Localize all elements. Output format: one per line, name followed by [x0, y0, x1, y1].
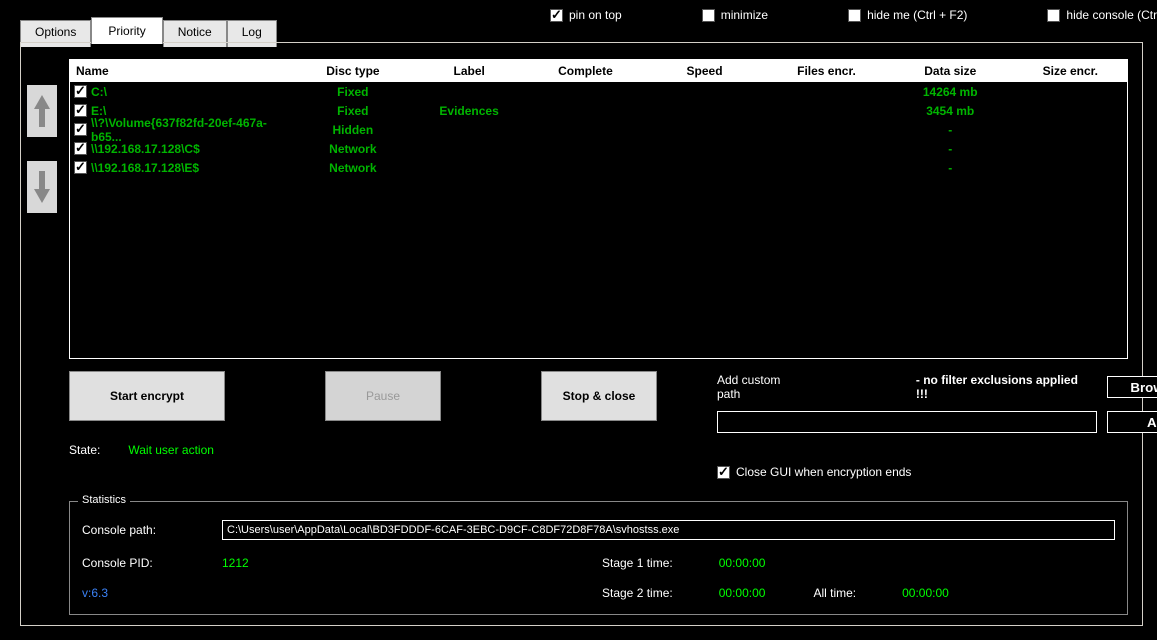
console-path-label: Console path:: [82, 523, 202, 537]
disc-type: Fixed: [295, 85, 410, 99]
controls-row: Start encrypt Pause Stop & close State: …: [69, 371, 1128, 479]
minimize-option[interactable]: minimize: [702, 8, 768, 22]
hide-console-option[interactable]: hide console (Ctrl + F1): [1047, 8, 1157, 22]
hide-me-option[interactable]: hide me (Ctrl + F2): [848, 8, 967, 22]
header-label[interactable]: Label: [411, 64, 528, 78]
close-gui-checkbox[interactable]: [717, 466, 730, 479]
pin-label: pin on top: [569, 8, 622, 22]
hide-me-checkbox[interactable]: [848, 9, 861, 22]
data-size: 3454 mb: [887, 104, 1014, 118]
stop-close-button[interactable]: Stop & close: [541, 371, 657, 421]
statistics-legend: Statistics: [78, 494, 130, 506]
header-speed[interactable]: Speed: [643, 64, 766, 78]
drive-label: Evidences: [411, 104, 528, 118]
table-row[interactable]: \\?\Volume{637f82fd-20ef-467a-b65...Hidd…: [70, 120, 1127, 139]
header-complete[interactable]: Complete: [528, 64, 643, 78]
row-checkbox[interactable]: [74, 142, 87, 155]
right-controls: Add custom path - no filter exclusions a…: [717, 371, 1157, 479]
table-header: Name Disc type Label Complete Speed File…: [70, 60, 1127, 82]
stage2-label: Stage 2 time:: [602, 586, 673, 600]
browse-button[interactable]: Browse...: [1107, 376, 1157, 398]
console-path-field[interactable]: [222, 520, 1115, 540]
all-time-value: 00:00:00: [902, 586, 949, 600]
data-size: -: [887, 161, 1014, 175]
row-checkbox[interactable]: [74, 85, 87, 98]
row-checkbox[interactable]: [74, 161, 87, 174]
hide-console-label: hide console (Ctrl + F1): [1066, 8, 1157, 22]
row-checkbox[interactable]: [74, 123, 87, 136]
disc-type: Network: [295, 142, 410, 156]
header-data-size[interactable]: Data size: [887, 64, 1014, 78]
table-row[interactable]: C:\ Fixed 14264 mb: [70, 82, 1127, 101]
pause-button[interactable]: Pause: [325, 371, 441, 421]
minimize-checkbox[interactable]: [702, 9, 715, 22]
arrow-down-icon: [33, 169, 51, 205]
disc-type: Network: [295, 161, 410, 175]
state-label: State:: [69, 443, 100, 457]
version-label: v:6.3: [82, 586, 582, 600]
move-up-button[interactable]: [27, 85, 57, 137]
table-row[interactable]: \\192.168.17.128\C$ Network -: [70, 139, 1127, 158]
disc-type: Fixed: [295, 104, 410, 118]
data-size: -: [887, 123, 1014, 137]
data-size: 14264 mb: [887, 85, 1014, 99]
hide-me-label: hide me (Ctrl + F2): [867, 8, 967, 22]
table-row[interactable]: \\192.168.17.128\E$ Network -: [70, 158, 1127, 177]
state-value: Wait user action: [128, 443, 214, 457]
table-body: C:\Fixed14264 mbE:\FixedEvidences3454 mb…: [70, 82, 1127, 177]
filter-warning: - no filter exclusions applied !!!: [916, 373, 1083, 401]
priority-arrows: [27, 85, 57, 213]
header-size-encr[interactable]: Size encr.: [1014, 64, 1127, 78]
left-controls: Start encrypt Pause Stop & close State: …: [69, 371, 657, 479]
minimize-label: minimize: [721, 8, 768, 22]
all-time-label: All time:: [813, 586, 856, 600]
hide-console-checkbox[interactable]: [1047, 9, 1060, 22]
drive-name: \\192.168.17.128\E$: [91, 161, 199, 175]
stage1-label: Stage 1 time:: [602, 556, 673, 570]
arrow-up-icon: [33, 93, 51, 129]
console-pid-label: Console PID:: [82, 556, 202, 570]
disc-type: Hidden: [295, 123, 410, 137]
header-name[interactable]: Name: [70, 64, 295, 78]
statistics-group: Statistics Console path: Console PID: 12…: [69, 501, 1128, 615]
start-encrypt-button[interactable]: Start encrypt: [69, 371, 225, 421]
add-custom-path-label: Add custom path: [717, 373, 802, 401]
tab-priority[interactable]: Priority: [91, 17, 162, 44]
stage2-value: 00:00:00: [719, 586, 766, 600]
drive-name: \\?\Volume{637f82fd-20ef-467a-b65...: [91, 116, 295, 144]
drive-name: \\192.168.17.128\C$: [91, 142, 200, 156]
row-checkbox[interactable]: [74, 104, 87, 117]
header-files-encr[interactable]: Files encr.: [766, 64, 887, 78]
stage1-value: 00:00:00: [719, 556, 766, 570]
drive-name: C:\: [91, 85, 107, 99]
state-row: State: Wait user action: [69, 443, 657, 457]
custom-path-input[interactable]: [717, 411, 1097, 433]
data-size: -: [887, 142, 1014, 156]
move-down-button[interactable]: [27, 161, 57, 213]
drives-table: Name Disc type Label Complete Speed File…: [69, 59, 1128, 359]
main-panel: Name Disc type Label Complete Speed File…: [20, 42, 1143, 626]
header-disc-type[interactable]: Disc type: [295, 64, 410, 78]
console-pid-value: 1212: [222, 556, 582, 570]
add-button[interactable]: Add: [1107, 411, 1157, 433]
pin-on-top-option[interactable]: pin on top: [550, 8, 622, 22]
pin-checkbox[interactable]: [550, 9, 563, 22]
close-gui-label: Close GUI when encryption ends: [736, 465, 911, 479]
